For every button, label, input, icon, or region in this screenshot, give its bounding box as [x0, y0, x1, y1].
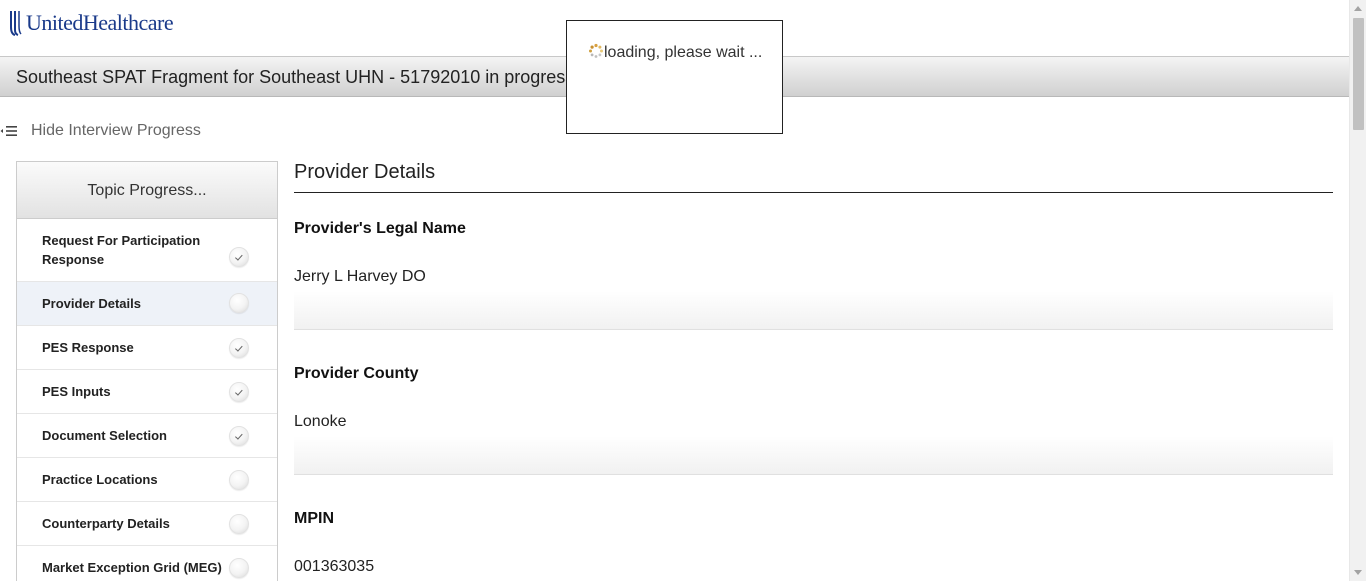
topic-item-label: PES Inputs: [42, 384, 111, 399]
topic-complete-check-icon: [229, 338, 249, 358]
topic-complete-check-icon: [229, 426, 249, 446]
section-title: Provider Details: [294, 161, 1333, 193]
topic-item-label: Request For Participation Response: [42, 233, 201, 267]
field-label: Provider County: [294, 365, 419, 382]
topic-progress-panel: Topic Progress... Request For Participat…: [16, 161, 278, 581]
topic-complete-check-icon: [229, 382, 249, 402]
field-divider: [294, 436, 1333, 475]
field-value: 001363035: [294, 558, 375, 575]
field-provider-county: Provider County Lonoke: [294, 330, 1333, 475]
topic-item-pes-response[interactable]: PES Response: [17, 326, 277, 370]
field-label: Provider's Legal Name: [294, 220, 466, 237]
topic-item-provider-details[interactable]: Provider Details: [17, 282, 277, 326]
hide-interview-progress-label: Hide Interview Progress: [31, 122, 201, 139]
topic-incomplete-circle-icon: [229, 558, 249, 578]
topic-item-label: Document Selection: [42, 428, 167, 443]
menu-collapse-icon: [0, 124, 18, 138]
field-value: Lonoke: [294, 413, 347, 430]
scroll-up-arrow-icon[interactable]: [1354, 6, 1362, 11]
field-providers-legal-name: Provider's Legal Name Jerry L Harvey DO: [294, 193, 1333, 330]
topic-incomplete-circle-icon: [229, 514, 249, 534]
topic-item-document-selection[interactable]: Document Selection: [17, 414, 277, 458]
scroll-down-arrow-icon[interactable]: [1354, 570, 1362, 575]
brand-logo[interactable]: UnitedHealthcare: [8, 10, 174, 36]
field-divider: [294, 291, 1333, 330]
field-value: Jerry L Harvey DO: [294, 268, 426, 285]
page-scrollbar[interactable]: [1349, 0, 1366, 581]
brand-name: UnitedHealthcare: [26, 10, 174, 35]
scrollbar-thumb[interactable]: [1353, 18, 1364, 130]
topic-item-label: Market Exception Grid (MEG): [42, 560, 222, 575]
topic-item-label: Provider Details: [42, 296, 141, 311]
topic-incomplete-circle-icon: [229, 293, 249, 313]
main-content: Provider Details Provider's Legal Name J…: [294, 161, 1333, 581]
field-mpin: MPIN 001363035: [294, 475, 1333, 581]
topic-item-label: PES Response: [42, 340, 134, 355]
loading-spinner-icon: [588, 43, 604, 59]
topic-item-market-exception-grid[interactable]: Market Exception Grid (MEG): [17, 546, 277, 581]
topic-item-request-for-participation-response[interactable]: Request For Participation Response: [17, 219, 277, 282]
hide-interview-progress-toggle[interactable]: Hide Interview Progress: [0, 122, 201, 140]
topic-complete-check-icon: [229, 247, 249, 267]
field-label: MPIN: [294, 510, 334, 527]
interview-title: Southeast SPAT Fragment for Southeast UH…: [16, 67, 575, 87]
topic-item-practice-locations[interactable]: Practice Locations: [17, 458, 277, 502]
shield-logo-icon: [8, 10, 22, 36]
loading-dialog: loading, please wait ...: [566, 20, 783, 134]
topic-item-label: Practice Locations: [42, 472, 158, 487]
topic-item-counterparty-details[interactable]: Counterparty Details: [17, 502, 277, 546]
topic-item-label: Counterparty Details: [42, 516, 170, 531]
topic-progress-header: Topic Progress...: [17, 162, 277, 219]
loading-message: loading, please wait ...: [604, 44, 763, 61]
topic-incomplete-circle-icon: [229, 470, 249, 490]
topic-item-pes-inputs[interactable]: PES Inputs: [17, 370, 277, 414]
